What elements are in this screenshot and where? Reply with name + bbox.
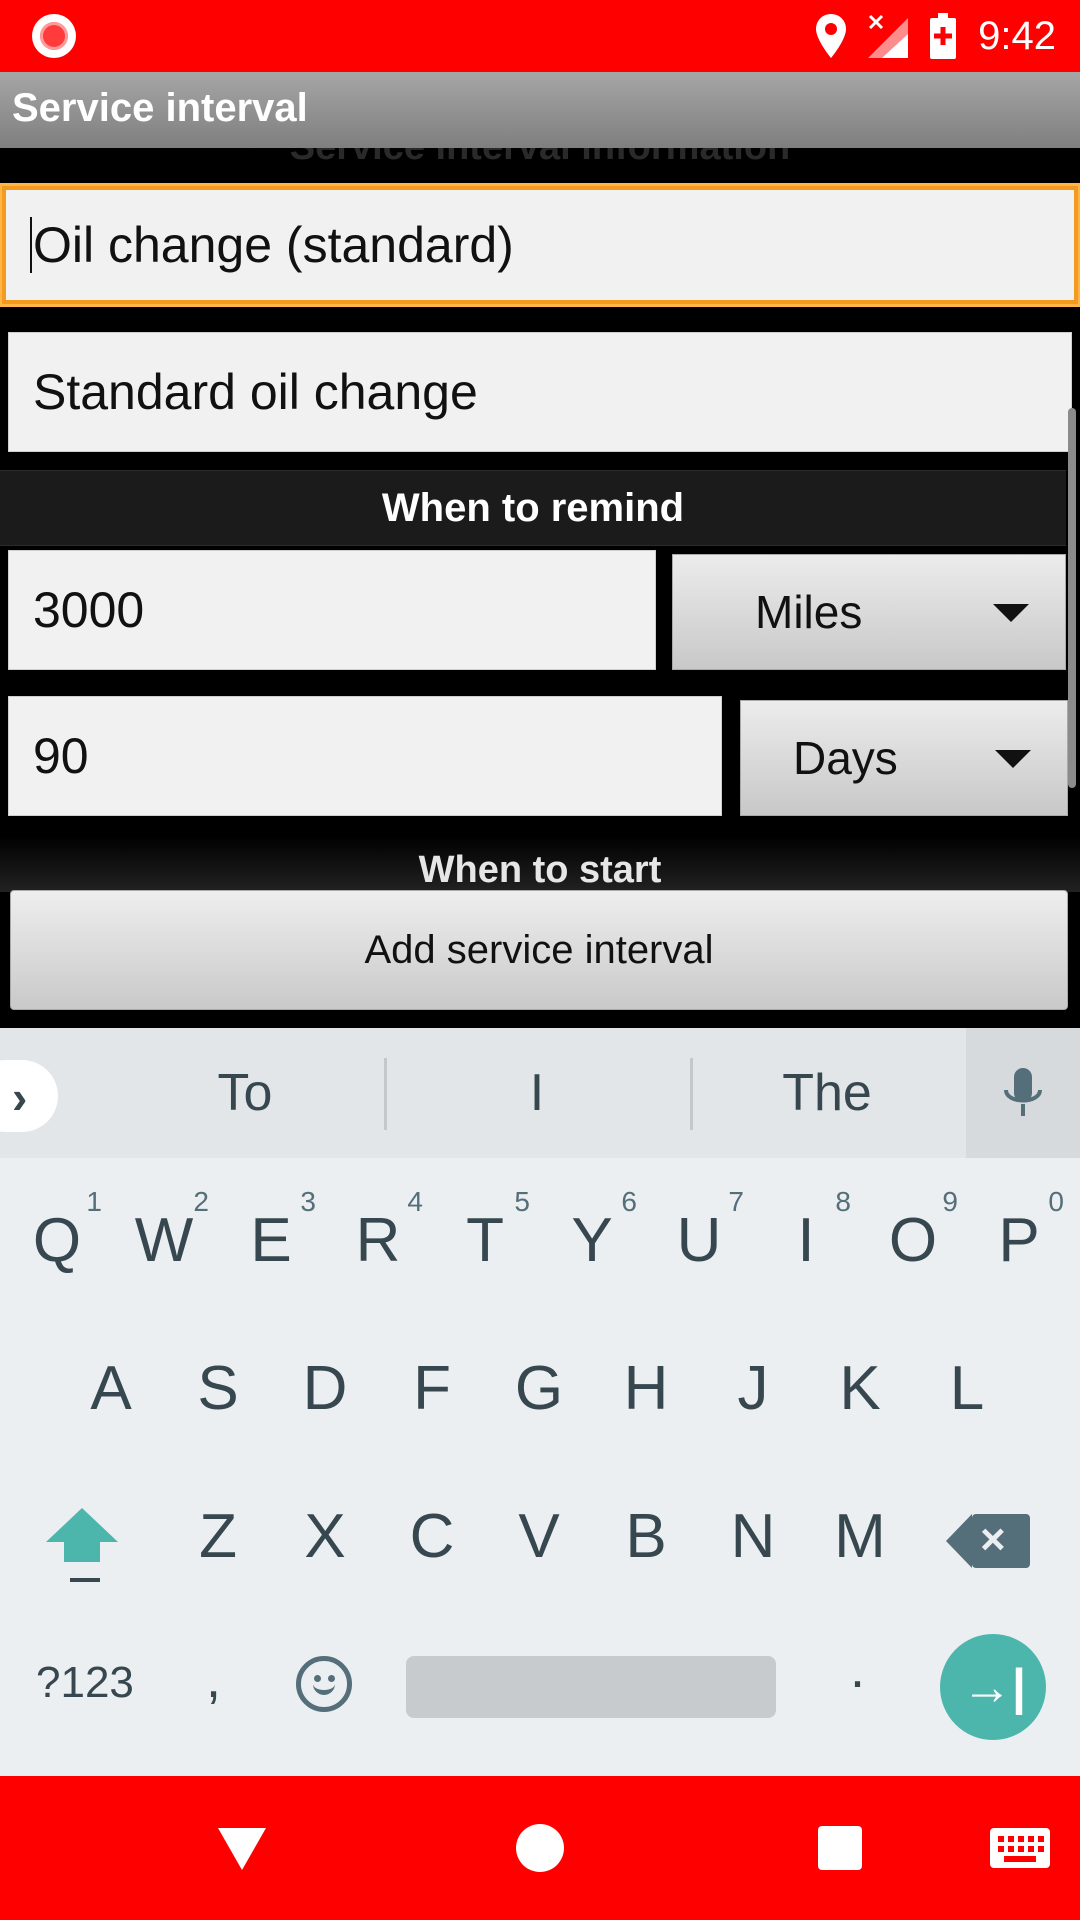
text-cursor: [30, 217, 32, 273]
description-field-value: Standard oil change: [33, 364, 478, 420]
key-b[interactable]: B: [597, 1476, 695, 1596]
section-header-start-label: When to start: [418, 849, 662, 891]
key-d[interactable]: D: [276, 1328, 374, 1448]
symbols-key[interactable]: ?123: [36, 1658, 134, 1708]
key-u[interactable]: U7: [650, 1180, 748, 1300]
expand-toolbar-button[interactable]: ›: [0, 1060, 58, 1132]
key-a[interactable]: A: [62, 1328, 160, 1448]
emoji-key[interactable]: [296, 1656, 352, 1712]
key-m[interactable]: M: [811, 1476, 909, 1596]
key-q[interactable]: Q1: [8, 1180, 106, 1300]
keyboard-switch-icon[interactable]: [990, 1828, 1050, 1868]
record-icon: [32, 14, 76, 58]
signal-no-service-icon: [868, 14, 909, 58]
section-header-info: Service interval information: [0, 148, 1080, 169]
add-service-interval-button[interactable]: Add service interval: [10, 890, 1068, 1010]
key-r[interactable]: R4: [329, 1180, 427, 1300]
distance-unit-dropdown[interactable]: Miles: [672, 554, 1066, 670]
shift-key[interactable]: [46, 1508, 126, 1608]
distance-unit-label: Miles: [755, 586, 863, 638]
name-field-value: Oil change (standard): [33, 217, 514, 273]
key-o[interactable]: O9: [864, 1180, 962, 1300]
space-key[interactable]: [406, 1656, 776, 1718]
voice-input-button[interactable]: [966, 1028, 1080, 1158]
navigation-bar: [0, 1776, 1080, 1920]
chevron-right-icon: ›: [12, 1071, 28, 1123]
key-l[interactable]: L: [918, 1328, 1016, 1448]
key-t[interactable]: T5: [436, 1180, 534, 1300]
distance-field[interactable]: 3000: [8, 550, 656, 670]
scrollbar[interactable]: [1068, 408, 1076, 788]
suggestion-divider: [384, 1058, 387, 1130]
next-key[interactable]: →|: [940, 1634, 1046, 1740]
status-icons: 9:42: [816, 0, 1056, 72]
suggestion-2[interactable]: I: [392, 1028, 682, 1158]
description-field[interactable]: Standard oil change: [8, 332, 1072, 452]
key-f[interactable]: F: [383, 1328, 481, 1448]
suggestion-3[interactable]: The: [692, 1028, 962, 1158]
suggestion-1[interactable]: To: [100, 1028, 390, 1158]
key-z[interactable]: Z: [169, 1476, 267, 1596]
key-j[interactable]: J: [704, 1328, 802, 1448]
location-icon: [816, 14, 847, 58]
key-s[interactable]: S: [169, 1328, 267, 1448]
section-header-remind: When to remind: [0, 470, 1066, 546]
service-interval-form: Service interval information Oil change …: [0, 148, 1080, 1028]
status-bar: 9:42: [0, 0, 1080, 72]
key-v[interactable]: V: [490, 1476, 588, 1596]
backspace-icon: [946, 1514, 972, 1568]
time-field-value: 90: [33, 728, 89, 784]
tab-arrow-icon: →|: [962, 1659, 1026, 1715]
key-y[interactable]: Y6: [543, 1180, 641, 1300]
back-nav-icon[interactable]: [218, 1828, 266, 1870]
period-key[interactable]: .: [850, 1638, 865, 1700]
time-field[interactable]: 90: [8, 696, 722, 816]
key-g[interactable]: G: [490, 1328, 588, 1448]
soft-keyboard: › To I The Q1 W2 E3 R4 T5 Y6 U7 I8 O9 P0…: [0, 1028, 1080, 1776]
time-unit-dropdown[interactable]: Days: [740, 700, 1068, 816]
key-c[interactable]: C: [383, 1476, 481, 1596]
shift-icon: [46, 1508, 118, 1542]
suggestion-strip: › To I The: [0, 1028, 1080, 1158]
comma-key[interactable]: ,: [206, 1648, 221, 1710]
key-n[interactable]: N: [704, 1476, 802, 1596]
backspace-key[interactable]: ×: [946, 1514, 1030, 1568]
key-h[interactable]: H: [597, 1328, 695, 1448]
recents-nav-icon[interactable]: [818, 1826, 862, 1870]
action-bar: Service interval: [0, 72, 1080, 148]
key-p[interactable]: P0: [970, 1180, 1068, 1300]
chevron-down-icon: [995, 750, 1031, 768]
distance-field-value: 3000: [33, 582, 145, 638]
key-x[interactable]: X: [276, 1476, 374, 1596]
key-e[interactable]: E3: [222, 1180, 320, 1300]
microphone-icon: [1004, 1068, 1042, 1116]
key-i[interactable]: I8: [757, 1180, 855, 1300]
name-field[interactable]: Oil change (standard): [2, 186, 1078, 304]
key-w[interactable]: W2: [115, 1180, 213, 1300]
home-nav-icon[interactable]: [516, 1824, 564, 1872]
key-k[interactable]: K: [811, 1328, 909, 1448]
section-header-start: When to start: [0, 836, 1080, 892]
chevron-down-icon: [993, 604, 1029, 622]
battery-charging-icon: [930, 13, 957, 59]
time-unit-label: Days: [793, 732, 898, 784]
status-time: 9:42: [978, 13, 1056, 58]
page-title: Service interval: [12, 86, 308, 130]
